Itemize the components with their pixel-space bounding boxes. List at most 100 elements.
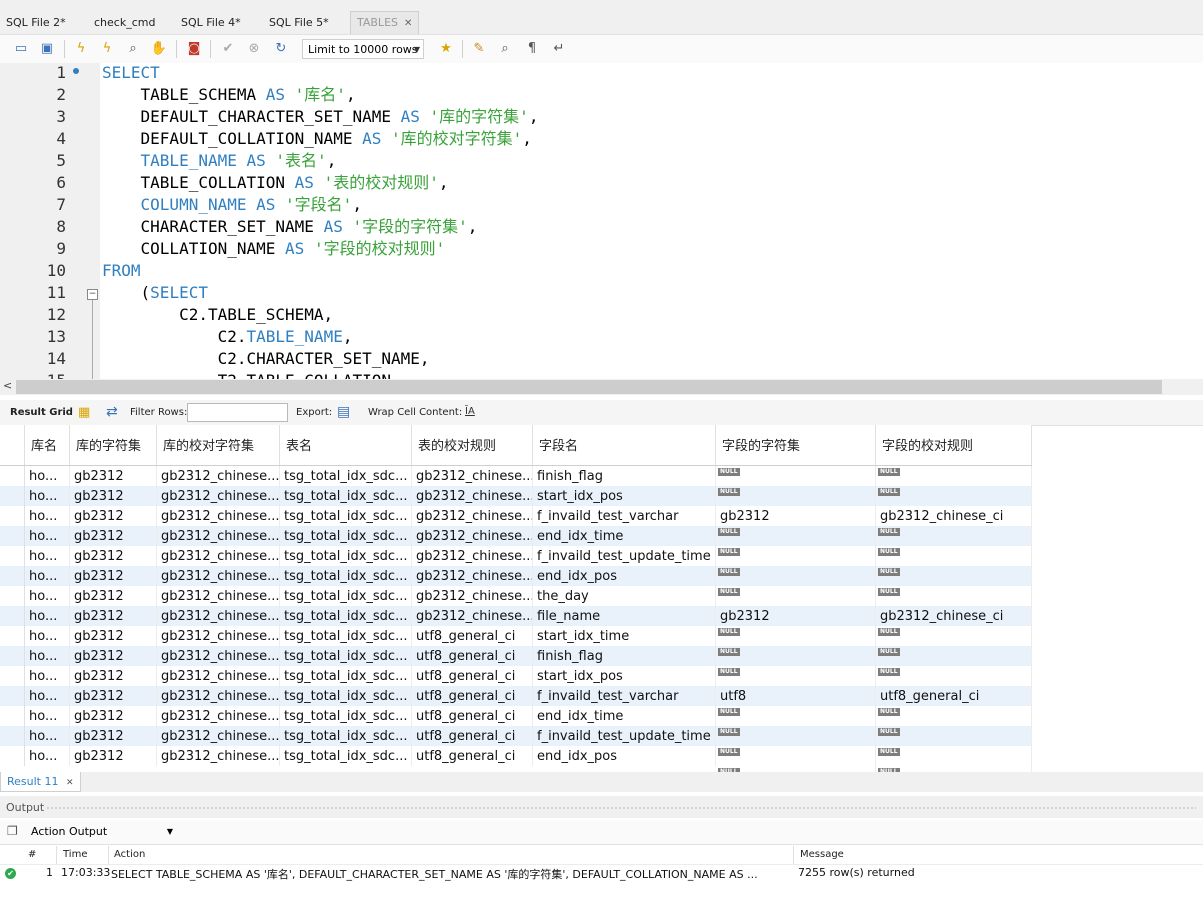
- row-selector[interactable]: [0, 506, 25, 526]
- table-cell[interactable]: file_name: [533, 606, 716, 626]
- table-cell[interactable]: tsg_total_idx_sdc...: [280, 546, 412, 566]
- table-cell[interactable]: gb2312_chinese...: [412, 566, 533, 586]
- table-cell[interactable]: gb2312_chinese...: [157, 686, 280, 706]
- table-cell[interactable]: ho...: [25, 546, 70, 566]
- table-row[interactable]: ho... gb2312 gb2312_chinese... tsg_total_id…: [0, 606, 1032, 626]
- result-grid[interactable]: 库名 库的字符集 库的校对字符集 表名 表的校对规则 字段名 字段的字符集 字段的校对规则 h…: [0, 425, 1032, 772]
- table-cell[interactable]: gb2312_chinese...: [157, 566, 280, 586]
- bookmark-icon[interactable]: ★: [437, 40, 455, 58]
- code-line[interactable]: (SELECT: [102, 282, 208, 304]
- table-cell[interactable]: the_day: [533, 586, 716, 606]
- table-row[interactable]: ho... gb2312 gb2312_chinese... tsg_total_id…: [0, 506, 1032, 526]
- table-cell[interactable]: ho...: [25, 586, 70, 606]
- table-cell[interactable]: tsg_total_idx_sdc...: [280, 706, 412, 726]
- table-cell[interactable]: NULL: [716, 726, 876, 746]
- row-selector[interactable]: [0, 566, 25, 586]
- table-row[interactable]: ho... gb2312 gb2312_chinese... tsg_total_id…: [0, 566, 1032, 586]
- table-cell[interactable]: NULL: [876, 566, 1032, 586]
- table-cell[interactable]: NULL: [876, 666, 1032, 686]
- tab-sql-file-5[interactable]: SQL File 5*: [269, 12, 329, 34]
- column-header[interactable]: 表名: [280, 425, 412, 465]
- code-line[interactable]: TABLE_SCHEMA AS '库名',: [102, 84, 356, 106]
- row-selector[interactable]: [0, 706, 25, 726]
- table-cell[interactable]: ho...: [25, 646, 70, 666]
- table-cell[interactable]: gb2312_chinese...: [412, 466, 533, 486]
- table-cell[interactable]: gb2312_chinese...: [157, 626, 280, 646]
- table-row[interactable]: ho... gb2312 gb2312_chinese... tsg_total_id…: [0, 626, 1032, 646]
- table-cell[interactable]: gb2312_chinese...: [412, 506, 533, 526]
- table-cell[interactable]: tsg_total_idx_sdc...: [280, 586, 412, 606]
- code-line[interactable]: SELECT: [102, 63, 160, 84]
- row-selector[interactable]: [0, 626, 25, 646]
- result-grid-label[interactable]: Result Grid: [10, 407, 73, 418]
- table-cell[interactable]: gb2312: [70, 606, 157, 626]
- table-cell[interactable]: end_idx_pos: [533, 746, 716, 766]
- row-selector[interactable]: [0, 586, 25, 606]
- column-header[interactable]: 字段的字符集: [716, 425, 876, 465]
- table-cell[interactable]: gb2312_chinese...: [412, 586, 533, 606]
- execute-current-icon[interactable]: ϟ: [98, 40, 116, 58]
- row-selector[interactable]: [0, 546, 25, 566]
- table-cell[interactable]: end_idx_time: [533, 526, 716, 546]
- table-cell[interactable]: NULL: [876, 586, 1032, 606]
- table-cell[interactable]: NULL: [716, 626, 876, 646]
- code-line[interactable]: C2.TABLE_NAME,: [102, 326, 353, 348]
- table-cell[interactable]: f_invaild_test_varchar: [533, 686, 716, 706]
- table-cell[interactable]: ho...: [25, 526, 70, 546]
- table-cell[interactable]: gb2312_chinese...: [157, 646, 280, 666]
- table-cell[interactable]: NULL: [716, 566, 876, 586]
- table-cell[interactable]: tsg_total_idx_sdc...: [280, 506, 412, 526]
- explain-icon[interactable]: ⌕: [124, 40, 142, 58]
- table-cell[interactable]: NULL: [716, 746, 876, 766]
- table-cell[interactable]: tsg_total_idx_sdc...: [280, 526, 412, 546]
- table-cell[interactable]: tsg_total_idx_sdc...: [280, 486, 412, 506]
- code-line[interactable]: COLLATION_NAME AS '字段的校对规则': [102, 238, 446, 260]
- table-row[interactable]: ho... gb2312 gb2312_chinese... tsg_total_id…: [0, 546, 1032, 566]
- table-cell[interactable]: gb2312_chinese...: [157, 466, 280, 486]
- table-cell[interactable]: gb2312: [716, 606, 876, 626]
- table-cell[interactable]: gb2312: [70, 586, 157, 606]
- tab-result-11[interactable]: Result 11 ✕: [0, 772, 81, 792]
- table-cell[interactable]: gb2312_chinese...: [157, 526, 280, 546]
- stop-icon[interactable]: ✋: [150, 40, 168, 58]
- table-cell[interactable]: utf8_general_ci: [412, 646, 533, 666]
- table-cell[interactable]: gb2312_chinese...: [412, 546, 533, 566]
- table-cell[interactable]: finish_flag: [533, 646, 716, 666]
- autocommit-icon[interactable]: ↻: [272, 40, 290, 58]
- code-line[interactable]: FROM: [102, 260, 141, 282]
- table-cell[interactable]: NULL: [876, 546, 1032, 566]
- code-line[interactable]: TABLE_NAME AS '表名',: [102, 150, 337, 172]
- table-cell[interactable]: NULL: [716, 466, 876, 486]
- tab-tables[interactable]: TABLES ✕: [350, 11, 420, 34]
- table-cell[interactable]: gb2312: [70, 626, 157, 646]
- table-cell[interactable]: tsg_total_idx_sdc...: [280, 606, 412, 626]
- refresh-icon[interactable]: ⇄: [106, 404, 118, 420]
- table-row[interactable]: ho... gb2312 gb2312_chinese... tsg_total_id…: [0, 586, 1032, 606]
- copy-icon[interactable]: ❐: [7, 824, 18, 838]
- column-header[interactable]: 库的字符集: [70, 425, 157, 465]
- table-row[interactable]: ho... gb2312 gb2312_chinese... tsg_total_id…: [0, 466, 1032, 486]
- tab-sql-file-4[interactable]: SQL File 4*: [181, 12, 241, 34]
- table-cell[interactable]: start_idx_pos: [533, 666, 716, 686]
- find-icon[interactable]: ⌕: [496, 40, 514, 58]
- code-line[interactable]: CHARACTER_SET_NAME AS '字段的字符集',: [102, 216, 478, 238]
- open-folder-icon[interactable]: ▭: [12, 40, 30, 58]
- table-cell[interactable]: utf8: [716, 686, 876, 706]
- table-cell[interactable]: utf8_general_ci: [412, 726, 533, 746]
- table-cell[interactable]: gb2312: [70, 646, 157, 666]
- table-cell[interactable]: gb2312_chinese...: [157, 706, 280, 726]
- row-selector[interactable]: [0, 466, 25, 486]
- code-line[interactable]: COLUMN_NAME AS '字段名',: [102, 194, 362, 216]
- table-row[interactable]: ho... gb2312 gb2312_chinese... tsg_total_id…: [0, 646, 1032, 666]
- limit-select[interactable]: Limit to 10000 rows ▼: [302, 39, 424, 59]
- table-cell[interactable]: NULL: [716, 706, 876, 726]
- table-cell[interactable]: gb2312_chinese...: [157, 746, 280, 766]
- table-cell[interactable]: gb2312_chinese...: [412, 526, 533, 546]
- table-cell[interactable]: gb2312_chinese...: [157, 666, 280, 686]
- table-cell[interactable]: tsg_total_idx_sdc...: [280, 626, 412, 646]
- table-cell[interactable]: gb2312: [70, 506, 157, 526]
- output-mode-select[interactable]: Action Output ▼: [28, 823, 176, 841]
- table-cell[interactable]: utf8_general_ci: [412, 686, 533, 706]
- rollback-icon[interactable]: ⊗: [245, 40, 263, 58]
- save-icon[interactable]: ▣: [38, 40, 56, 58]
